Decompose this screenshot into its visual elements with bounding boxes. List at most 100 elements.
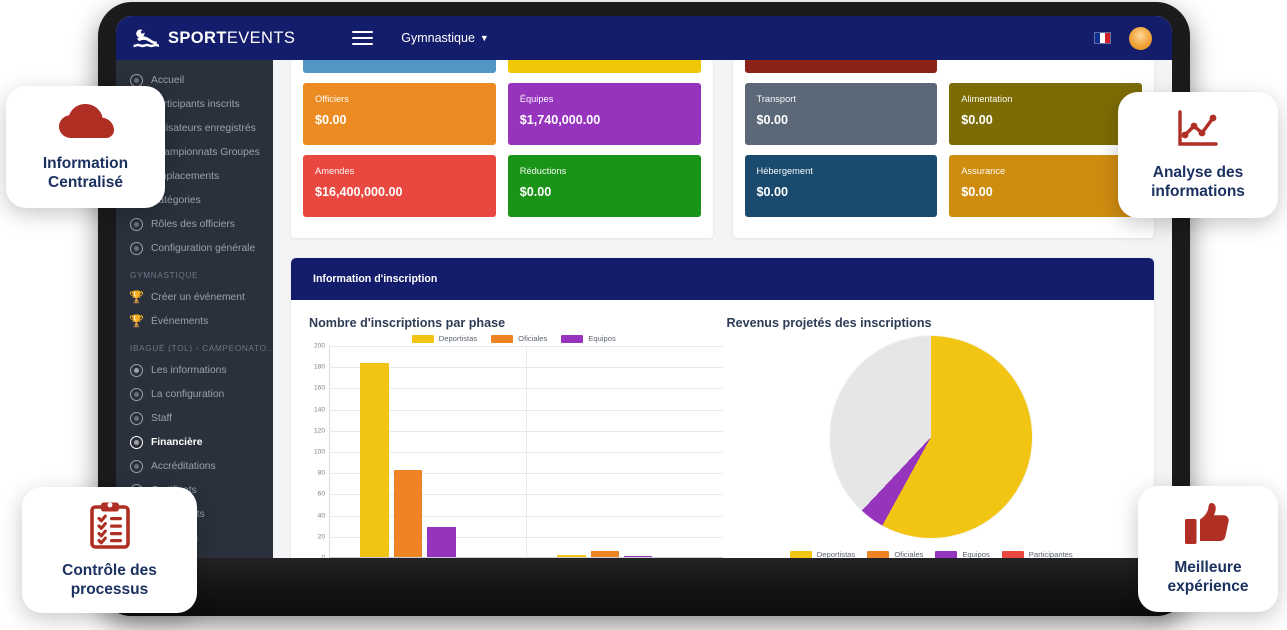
- sidebar-item-label: Créer un événement: [151, 292, 245, 303]
- brand-text: SPORTEVENTS: [168, 29, 295, 48]
- sidebar-section-event: IBAGUÉ (TOL) - CAMPEONATO...: [116, 333, 273, 358]
- bar-chart-x-labels: Inscripción Definitiva (Nominal)Inscripc…: [329, 558, 723, 570]
- trophy-icon: 🏆: [130, 291, 143, 304]
- group-separator: [526, 346, 527, 558]
- france-flag-icon[interactable]: [1094, 32, 1111, 44]
- legend-swatch: [412, 335, 434, 343]
- stat-card-clipped[interactable]: [303, 60, 496, 73]
- legend-swatch: [898, 572, 920, 579]
- y-axis-tick: 180: [314, 364, 325, 371]
- bar-chart-legend[interactable]: Deportistas Oficiales Equipos: [305, 334, 723, 343]
- sidebar-item-staff[interactable]: Staff: [116, 406, 273, 430]
- pie-chart-container: Revenus projetés des inscriptions Deport…: [723, 316, 1141, 578]
- stat-card-value: $0.00: [757, 113, 926, 127]
- tablet-screen: SPORTEVENTS Gymnastique ▼: [116, 16, 1172, 578]
- avatar[interactable]: [1129, 27, 1152, 50]
- inscription-panel-title: Information d'inscription: [313, 273, 437, 285]
- sidebar-item-cr-er-un-v-nement[interactable]: 🏆 Créer un événement: [116, 285, 273, 309]
- legend-label: Oficiales: [894, 550, 923, 559]
- stat-card--quipes[interactable]: Équipes$1,740,000.00: [508, 83, 701, 145]
- stat-card-r-ductions[interactable]: Réductions $0.00: [508, 155, 701, 217]
- legend-item[interactable]: Equipos: [561, 334, 615, 343]
- sidebar-item-r-les-des-officiers[interactable]: Rôles des officiers: [116, 212, 273, 236]
- y-axis-tick: 0: [321, 555, 325, 562]
- home-icon: [130, 74, 143, 87]
- legend-item[interactable]: Oficiales: [491, 334, 547, 343]
- thumbs-up-icon: [1184, 502, 1232, 551]
- legend-item[interactable]: Participantes: [1002, 550, 1073, 559]
- stat-cards-left-panel: Officiers$0.00Équipes$1,740,000.00Amende…: [291, 60, 713, 238]
- y-axis-tick: 80: [318, 470, 325, 477]
- settings-icon: [130, 242, 143, 255]
- inscription-panel: Information d'inscription Nombre d'inscr…: [291, 258, 1154, 578]
- role-icon: [130, 218, 143, 231]
- feature-card-label: Analyse des informations: [1151, 164, 1245, 201]
- stat-card-label: Hébergement: [757, 166, 926, 176]
- bar-equipos-1[interactable]: [624, 556, 652, 558]
- y-axis-tick: 20: [318, 533, 325, 540]
- legend-swatch: [935, 551, 957, 559]
- legend-item[interactable]: Oficiales: [867, 550, 923, 559]
- tablet-frame-edge: [218, 577, 1190, 581]
- stat-card-assurance[interactable]: Assurance$0.00: [949, 155, 1142, 217]
- legend-label: Deportistas: [439, 334, 477, 343]
- bar-oficiales-1[interactable]: [591, 551, 619, 557]
- feature-card-information-centralise: Information Centralisé: [6, 86, 165, 208]
- config-icon: [130, 388, 143, 401]
- pie-chart[interactable]: [830, 336, 1032, 538]
- badge-icon: [130, 460, 143, 473]
- x-axis-label: Inscripciones Extemporáneas: [526, 558, 723, 570]
- pie-chart-legend[interactable]: Deportistas Oficiales Equipos Participantes…: [723, 550, 1141, 578]
- sidebar-item-label: Configuration générale: [151, 243, 255, 254]
- sidebar-item-la-configuration[interactable]: La configuration: [116, 382, 273, 406]
- stat-card-value: $0.00: [520, 185, 689, 199]
- cloud-icon: [57, 102, 115, 147]
- sport-selector[interactable]: Gymnastique ▼: [401, 31, 489, 45]
- brand-logo[interactable]: SPORTEVENTS: [132, 26, 295, 50]
- stat-card-alimentation[interactable]: Alimentation$0.00: [949, 83, 1142, 145]
- y-axis-tick: 200: [314, 343, 325, 350]
- sidebar-item-financi-re[interactable]: Financière: [116, 430, 273, 454]
- bar-oficiales-0[interactable]: [394, 470, 422, 557]
- legend-item[interactable]: Descuentos: [898, 571, 965, 578]
- financial-stat-cards: Officiers$0.00Équipes$1,740,000.00Amende…: [291, 60, 1154, 238]
- help-button[interactable]: ? Ayuda: [1060, 574, 1142, 578]
- bar-equipos-0[interactable]: [427, 527, 455, 557]
- stat-card-clipped[interactable]: [949, 60, 1142, 73]
- feature-card-analyse-des-informations: Analyse des informations: [1118, 92, 1278, 218]
- sidebar-item-v-nements[interactable]: 🏆Événements: [116, 309, 273, 333]
- finance-icon: [130, 436, 143, 449]
- legend-swatch: [790, 551, 812, 559]
- sidebar-item-label: Événements: [151, 316, 208, 327]
- legend-label: Oficiales: [518, 334, 547, 343]
- legend-item[interactable]: Deportistas: [790, 550, 855, 559]
- stat-card-h-bergement[interactable]: Hébergement$0.00: [745, 155, 938, 217]
- sidebar-sport-group: 🏆 Créer un événement 🏆Événements: [116, 285, 273, 333]
- stat-card-officiers[interactable]: Officiers$0.00: [303, 83, 496, 145]
- pie-chart-title: Revenus projetés des inscriptions: [723, 316, 1141, 330]
- sidebar-item-les-informations[interactable]: Les informations: [116, 358, 273, 382]
- stat-card-transport[interactable]: Transport $0.00: [745, 83, 938, 145]
- hamburger-bar: [352, 37, 373, 39]
- swimmer-logo-icon: [132, 26, 159, 50]
- line-chart-icon: [1175, 109, 1221, 156]
- pie-chart-plot-area: [723, 334, 1141, 538]
- sidebar-item-accr-ditations[interactable]: Accréditations: [116, 454, 273, 478]
- y-axis-tick: 100: [314, 449, 325, 456]
- hamburger-bar: [352, 43, 373, 45]
- stat-card-label: Réductions: [520, 166, 689, 176]
- bar-deportistas-0[interactable]: [360, 363, 388, 557]
- stat-card-clipped[interactable]: [745, 60, 938, 73]
- stat-card-label: Transport: [757, 94, 926, 104]
- legend-item[interactable]: Deportistas: [412, 334, 477, 343]
- stat-card-value: $0.00: [961, 185, 1130, 199]
- legend-swatch: [867, 551, 889, 559]
- grid-line: [329, 558, 723, 559]
- bar-deportistas-1[interactable]: [557, 555, 585, 557]
- legend-item[interactable]: Equipos: [935, 550, 989, 559]
- hamburger-menu-icon[interactable]: [352, 31, 373, 46]
- stat-card-clipped[interactable]: [508, 60, 701, 73]
- stat-card-amendes[interactable]: Amendes$16,400,000.00: [303, 155, 496, 217]
- sidebar-item-configuration-g-n-rale[interactable]: Configuration générale: [116, 236, 273, 260]
- feature-card-label: Information Centralisé: [43, 155, 128, 192]
